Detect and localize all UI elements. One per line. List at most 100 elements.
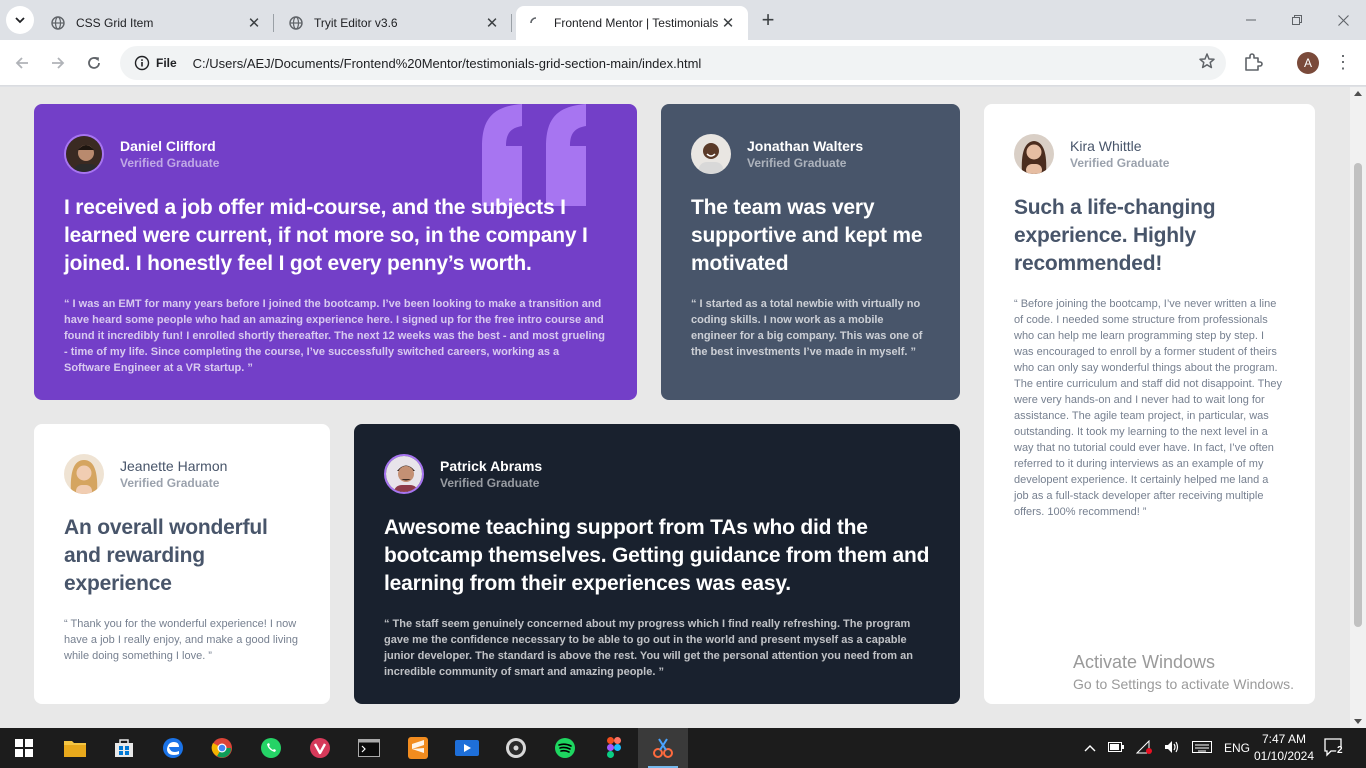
windows-logo-icon bbox=[15, 739, 33, 757]
scroll-up-arrow-icon[interactable] bbox=[1354, 91, 1362, 96]
testimonial-card-patrick: Patrick Abrams Verified Graduate Awesome… bbox=[354, 424, 960, 704]
author-role: Verified Graduate bbox=[120, 156, 220, 170]
testimonial-headline: The team was very supportive and kept me… bbox=[691, 196, 923, 275]
page-viewport: Daniel Clifford Verified Graduate I rece… bbox=[0, 87, 1350, 728]
vivaldi-icon[interactable] bbox=[306, 734, 334, 762]
tab-strip: CSS Grid Item ✕ Tryit Editor v3.6 ✕ Fron… bbox=[0, 0, 1366, 40]
notification-count-badge: 2 bbox=[1337, 745, 1343, 756]
network-disconnected-icon[interactable] bbox=[1135, 739, 1152, 757]
profile-avatar[interactable]: A bbox=[1297, 52, 1319, 74]
restore-button[interactable] bbox=[1274, 0, 1320, 40]
spotify-icon[interactable] bbox=[551, 734, 579, 762]
obs-icon[interactable] bbox=[502, 734, 530, 762]
testimonial-quote: “ Before joining the bootcamp, I’ve neve… bbox=[1014, 298, 1283, 518]
close-icon[interactable]: ✕ bbox=[720, 15, 736, 32]
card-header: Daniel Clifford Verified Graduate bbox=[64, 134, 607, 174]
testimonial-headline: Awesome teaching support from TAs who di… bbox=[384, 516, 930, 595]
testimonial-card-kira: Kira Whittle Verified Graduate Such a li… bbox=[984, 104, 1315, 704]
arrow-right-icon bbox=[52, 57, 65, 69]
notification-center-button[interactable]: 2 bbox=[1324, 728, 1346, 768]
language-indicator[interactable]: ENG bbox=[1224, 741, 1250, 755]
arrow-left-icon bbox=[15, 57, 28, 69]
testimonial-card-daniel: Daniel Clifford Verified Graduate I rece… bbox=[34, 104, 637, 400]
author-name: Patrick Abrams bbox=[440, 458, 543, 474]
author-name: Jeanette Harmon bbox=[120, 458, 228, 474]
close-icon[interactable]: ✕ bbox=[246, 15, 262, 32]
reload-button[interactable] bbox=[80, 49, 108, 77]
minimize-icon bbox=[1246, 19, 1256, 21]
snipping-tool-icon[interactable] bbox=[649, 734, 677, 762]
close-icon bbox=[1337, 14, 1349, 26]
close-window-button[interactable] bbox=[1320, 0, 1366, 40]
tab-search-button[interactable] bbox=[6, 6, 34, 34]
testimonial-quote: “ I was an EMT for many years before I j… bbox=[64, 298, 605, 374]
address-bar[interactable]: File C:/Users/AEJ/Documents/Frontend%20M… bbox=[120, 46, 1226, 80]
loading-icon bbox=[528, 15, 544, 31]
card-header: Jeanette Harmon Verified Graduate bbox=[64, 454, 300, 494]
testimonial-quote: “ Thank you for the wonderful experience… bbox=[64, 618, 298, 662]
author-role: Verified Graduate bbox=[120, 476, 220, 490]
bookmark-button[interactable] bbox=[1198, 52, 1216, 75]
info-icon bbox=[134, 55, 150, 71]
author-role: Verified Graduate bbox=[1070, 156, 1170, 170]
scrollbar-thumb[interactable] bbox=[1354, 163, 1362, 627]
clock[interactable]: 7:47 AM 01/10/2024 bbox=[1248, 731, 1320, 765]
whatsapp-icon[interactable] bbox=[257, 734, 285, 762]
system-tray: ENG bbox=[1084, 728, 1250, 768]
testimonial-quote: “ I started as a total newbie with virtu… bbox=[691, 298, 923, 358]
clock-date: 01/10/2024 bbox=[1253, 749, 1315, 763]
forward-button[interactable] bbox=[44, 49, 72, 77]
star-icon bbox=[1199, 53, 1215, 69]
clock-time: 7:47 AM bbox=[1261, 732, 1307, 746]
store-icon[interactable] bbox=[110, 734, 138, 762]
vertical-scrollbar[interactable] bbox=[1350, 87, 1366, 728]
start-button[interactable] bbox=[10, 734, 38, 762]
chevron-down-icon bbox=[15, 17, 25, 24]
testimonial-headline: I received a job offer mid-course, and t… bbox=[64, 196, 588, 275]
keyboard-icon[interactable] bbox=[1192, 740, 1212, 756]
avatar bbox=[64, 134, 104, 174]
file-explorer-icon[interactable] bbox=[61, 734, 89, 762]
chrome-icon[interactable] bbox=[208, 734, 236, 762]
chevron-up-icon[interactable] bbox=[1084, 741, 1096, 755]
scroll-down-arrow-icon[interactable] bbox=[1354, 719, 1362, 724]
testimonial-headline: An overall wonderful and rewarding exper… bbox=[64, 516, 268, 595]
close-icon[interactable]: ✕ bbox=[484, 15, 500, 32]
extensions-button[interactable] bbox=[1242, 51, 1264, 78]
url-text[interactable]: C:/Users/AEJ/Documents/Frontend%20Mentor… bbox=[193, 56, 702, 71]
back-button[interactable] bbox=[8, 49, 36, 77]
reload-icon bbox=[88, 57, 100, 69]
battery-icon[interactable] bbox=[1108, 741, 1124, 755]
browser-toolbar: File C:/Users/AEJ/Documents/Frontend%20M… bbox=[0, 40, 1366, 86]
avatar bbox=[1014, 134, 1054, 174]
testimonial-headline: Such a life-changing experience. Highly … bbox=[1014, 196, 1216, 275]
site-info-button[interactable]: File bbox=[128, 50, 187, 76]
avatar bbox=[64, 454, 104, 494]
author-name: Kira Whittle bbox=[1070, 138, 1142, 154]
volume-icon[interactable] bbox=[1164, 740, 1180, 757]
avatar bbox=[384, 454, 424, 494]
restore-icon bbox=[1292, 15, 1302, 25]
new-tab-button[interactable]: + bbox=[756, 7, 780, 32]
sublime-text-icon[interactable] bbox=[404, 734, 432, 762]
tab-tryit-editor[interactable]: Tryit Editor v3.6 ✕ bbox=[276, 6, 512, 40]
tab-title: CSS Grid Item bbox=[76, 16, 154, 30]
minimize-button[interactable] bbox=[1228, 0, 1274, 40]
watermark-subtitle: Go to Settings to activate Windows. bbox=[1073, 676, 1294, 692]
card-header: Jonathan Walters Verified Graduate bbox=[691, 134, 930, 174]
windows-taskbar: ENG 7:47 AM 01/10/2024 2 bbox=[0, 728, 1366, 768]
kebab-menu-icon[interactable]: ⋮ bbox=[1334, 52, 1352, 73]
puzzle-icon bbox=[1245, 53, 1263, 71]
edge-icon[interactable] bbox=[159, 734, 187, 762]
globe-icon bbox=[288, 15, 304, 31]
media-player-icon[interactable] bbox=[453, 734, 481, 762]
tab-css-grid-item[interactable]: CSS Grid Item ✕ bbox=[38, 6, 274, 40]
plus-icon: + bbox=[761, 7, 775, 32]
card-header: Patrick Abrams Verified Graduate bbox=[384, 454, 930, 494]
avatar bbox=[691, 134, 731, 174]
figma-icon[interactable] bbox=[600, 734, 628, 762]
terminal-icon[interactable] bbox=[355, 734, 383, 762]
globe-icon bbox=[50, 15, 66, 31]
author-name: Daniel Clifford bbox=[120, 138, 216, 154]
tab-frontend-mentor[interactable]: Frontend Mentor | Testimonials ✕ bbox=[516, 6, 748, 40]
